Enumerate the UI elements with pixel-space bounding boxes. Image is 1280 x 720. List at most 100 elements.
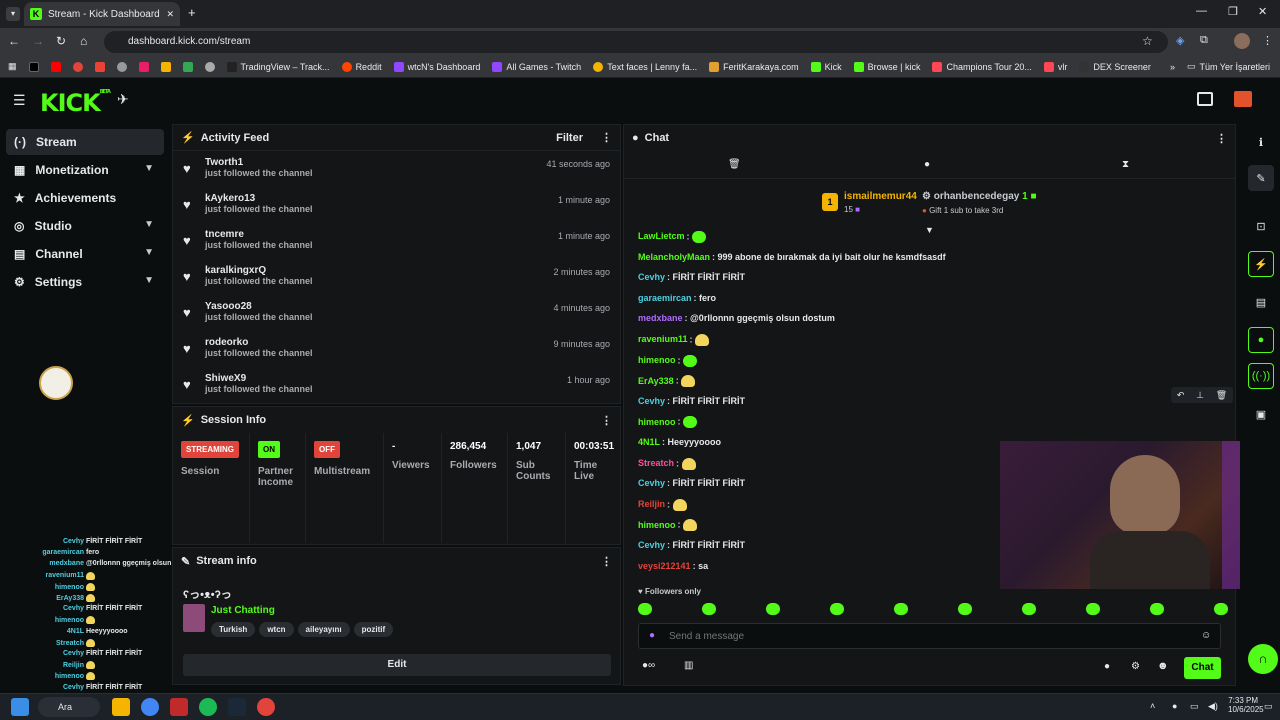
- chrome-icon[interactable]: [141, 698, 159, 716]
- tab-search-icon[interactable]: ▾: [6, 7, 20, 21]
- bookmark-x-icon[interactable]: [28, 61, 39, 72]
- top-gifter-name[interactable]: ismailmemur44: [844, 191, 917, 202]
- emote-8-icon[interactable]: [1086, 603, 1100, 615]
- chat-username[interactable]: himenoo: [638, 417, 676, 427]
- stream-tag[interactable]: aileyayını: [297, 622, 350, 637]
- more-options-icon[interactable]: ⋮: [601, 414, 612, 427]
- spotify-icon[interactable]: [199, 698, 217, 716]
- chat-message[interactable]: garaemircan: fero: [638, 293, 716, 303]
- bookmark-star-icon[interactable]: ☆: [1142, 34, 1153, 48]
- chat-message[interactable]: Cevhy: FİRİT FİRİT FİRİT: [638, 540, 745, 550]
- notification-icon[interactable]: ▭: [1264, 701, 1273, 712]
- app-red-icon[interactable]: [170, 698, 188, 716]
- emote-9-icon[interactable]: [1150, 603, 1164, 615]
- network-icon[interactable]: ▭: [1190, 701, 1199, 712]
- emoji-picker-icon[interactable]: ☺: [1201, 630, 1211, 641]
- kick-logo[interactable]: KICKBETA: [40, 89, 111, 117]
- emote-4-icon[interactable]: [830, 603, 844, 615]
- more-options-icon[interactable]: ⋮: [1216, 132, 1227, 145]
- bookmark-gold-icon[interactable]: [160, 61, 171, 72]
- menu-dots-icon[interactable]: ⋮: [1262, 34, 1273, 47]
- close-window-icon[interactable]: ✕: [1258, 5, 1267, 18]
- stream-tag[interactable]: Turkish: [211, 622, 256, 637]
- chat-username[interactable]: Cevhy: [638, 478, 665, 488]
- bookmark-youtube-icon[interactable]: [50, 61, 61, 72]
- user-avatar[interactable]: [1234, 91, 1252, 107]
- emote-5-icon[interactable]: [894, 603, 908, 615]
- info-icon[interactable]: ℹ: [1248, 129, 1274, 155]
- sidebar-item-stream[interactable]: (·) Stream: [6, 129, 164, 155]
- chat-message-input[interactable]: [669, 627, 1189, 645]
- bookmark-reddit[interactable]: Reddit: [341, 61, 382, 72]
- follower-name[interactable]: ShiweX9: [205, 367, 620, 384]
- chat-message[interactable]: Reiljin:: [638, 498, 687, 511]
- extensions-puzzle-icon[interactable]: ⧉: [1200, 34, 1208, 47]
- chat-settings-icon[interactable]: ⚙: [1131, 661, 1140, 672]
- stream-tag[interactable]: pozitif: [353, 622, 394, 637]
- bookmark-lenny[interactable]: Text faces | Lenny fa...: [593, 61, 697, 72]
- more-options-icon[interactable]: ⋮: [601, 555, 612, 568]
- chat-username[interactable]: MelancholyMaan: [638, 252, 710, 262]
- bookmark-gmail-icon[interactable]: [94, 61, 105, 72]
- rocket-icon[interactable]: ✈: [117, 91, 129, 108]
- emote-menu-icon[interactable]: ☻: [1157, 660, 1169, 672]
- chat-username[interactable]: ErAy338: [638, 376, 674, 386]
- notes-icon[interactable]: ▤: [1248, 289, 1274, 315]
- broadcast-toggle-icon[interactable]: ((·)): [1248, 363, 1274, 389]
- minimize-icon[interactable]: —: [1196, 5, 1207, 17]
- capture-icon[interactable]: ⊡: [1248, 213, 1274, 239]
- bookmark-globe-icon[interactable]: [116, 61, 127, 72]
- volume-icon[interactable]: ◀): [1208, 701, 1218, 712]
- activity-toggle-icon[interactable]: ⚡: [1248, 251, 1274, 277]
- apps-grid-icon[interactable]: ▦: [8, 61, 17, 72]
- trash-icon[interactable]: 🗑: [728, 159, 741, 170]
- sidebar-item-channel[interactable]: ▤ Channel ▼: [6, 241, 164, 267]
- activity-item[interactable]: ♥ karalkingxrQ just followed the channel 2 …: [173, 259, 620, 295]
- chat-username[interactable]: himenoo: [638, 355, 676, 365]
- file-explorer-icon[interactable]: [112, 698, 130, 716]
- bookmark-green-icon[interactable]: [182, 61, 193, 72]
- emote-2-icon[interactable]: [702, 603, 716, 615]
- chat-username[interactable]: ravenium11: [638, 334, 688, 344]
- chat-message[interactable]: Cevhy: FİRİT FİRİT FİRİT: [638, 396, 745, 406]
- emote-3-icon[interactable]: [766, 603, 780, 615]
- chat-username[interactable]: 4N1L: [638, 437, 660, 447]
- chat-username[interactable]: LawLietcm: [638, 231, 685, 241]
- hamburger-menu-icon[interactable]: ☰: [13, 92, 26, 109]
- bookmark-twitch[interactable]: All Games - Twitch: [492, 61, 581, 72]
- url-input[interactable]: dashboard.kick.com/stream: [104, 31, 1168, 53]
- chat-message[interactable]: himenoo:: [638, 519, 697, 532]
- support-headset-icon[interactable]: ∩: [1248, 644, 1278, 674]
- windows-start-icon[interactable]: [11, 698, 29, 716]
- tray-chevron-icon[interactable]: ˄: [1150, 701, 1155, 711]
- mic-tray-icon[interactable]: ●: [1172, 701, 1177, 711]
- activity-item[interactable]: ♥ ShiweX9 just followed the channel 1 hour …: [173, 367, 620, 403]
- chat-username[interactable]: veysi212141: [638, 561, 691, 571]
- bookmark-browse-kick[interactable]: Browse | kick: [853, 61, 920, 72]
- more-options-icon[interactable]: ⋮: [601, 131, 612, 144]
- browser-tab-active[interactable]: K Stream - Kick Dashboard ✕: [24, 2, 180, 26]
- close-tab-icon[interactable]: ✕: [166, 9, 174, 20]
- chat-message[interactable]: Streatch:: [638, 457, 696, 470]
- bookmark-tradingview[interactable]: TradingView – Track...: [226, 61, 330, 72]
- edit-layout-icon[interactable]: ✎: [1248, 165, 1274, 191]
- activity-item[interactable]: ♥ tncemre just followed the channel 1 minut…: [173, 223, 620, 259]
- sidebar-item-settings[interactable]: ⚙ Settings ▼: [6, 269, 164, 295]
- chat-username[interactable]: garaemircan: [638, 293, 692, 303]
- stream-tag[interactable]: wtcn: [259, 622, 294, 637]
- chat-mode-icon[interactable]: ●: [924, 159, 930, 170]
- chat-message[interactable]: LawLietcm:: [638, 231, 707, 243]
- emote-1-icon[interactable]: [638, 603, 652, 615]
- emote-6-icon[interactable]: [958, 603, 972, 615]
- microphone-icon[interactable]: ●: [649, 630, 655, 641]
- forward-icon[interactable]: →: [32, 34, 44, 48]
- chat-message[interactable]: Cevhy: FİRİT FİRİT FİRİT: [638, 478, 745, 488]
- reply-icon[interactable]: ↶: [1177, 390, 1185, 401]
- chat-message[interactable]: 4N1L: Heeyyyoooo: [638, 437, 721, 447]
- second-gifter[interactable]: ⚙ orhanbencedegay 1 ■: [922, 191, 1037, 202]
- reload-icon[interactable]: ↻: [56, 34, 66, 48]
- chat-message[interactable]: Cevhy: FİRİT FİRİT FİRİT: [638, 272, 745, 282]
- sidebar-item-studio[interactable]: ◎ Studio ▼: [6, 213, 164, 239]
- all-bookmarks[interactable]: ▭ Tüm Yer İşaretleri: [1187, 61, 1270, 72]
- activity-item[interactable]: ♥ rodeorko just followed the channel 9 minu…: [173, 331, 620, 367]
